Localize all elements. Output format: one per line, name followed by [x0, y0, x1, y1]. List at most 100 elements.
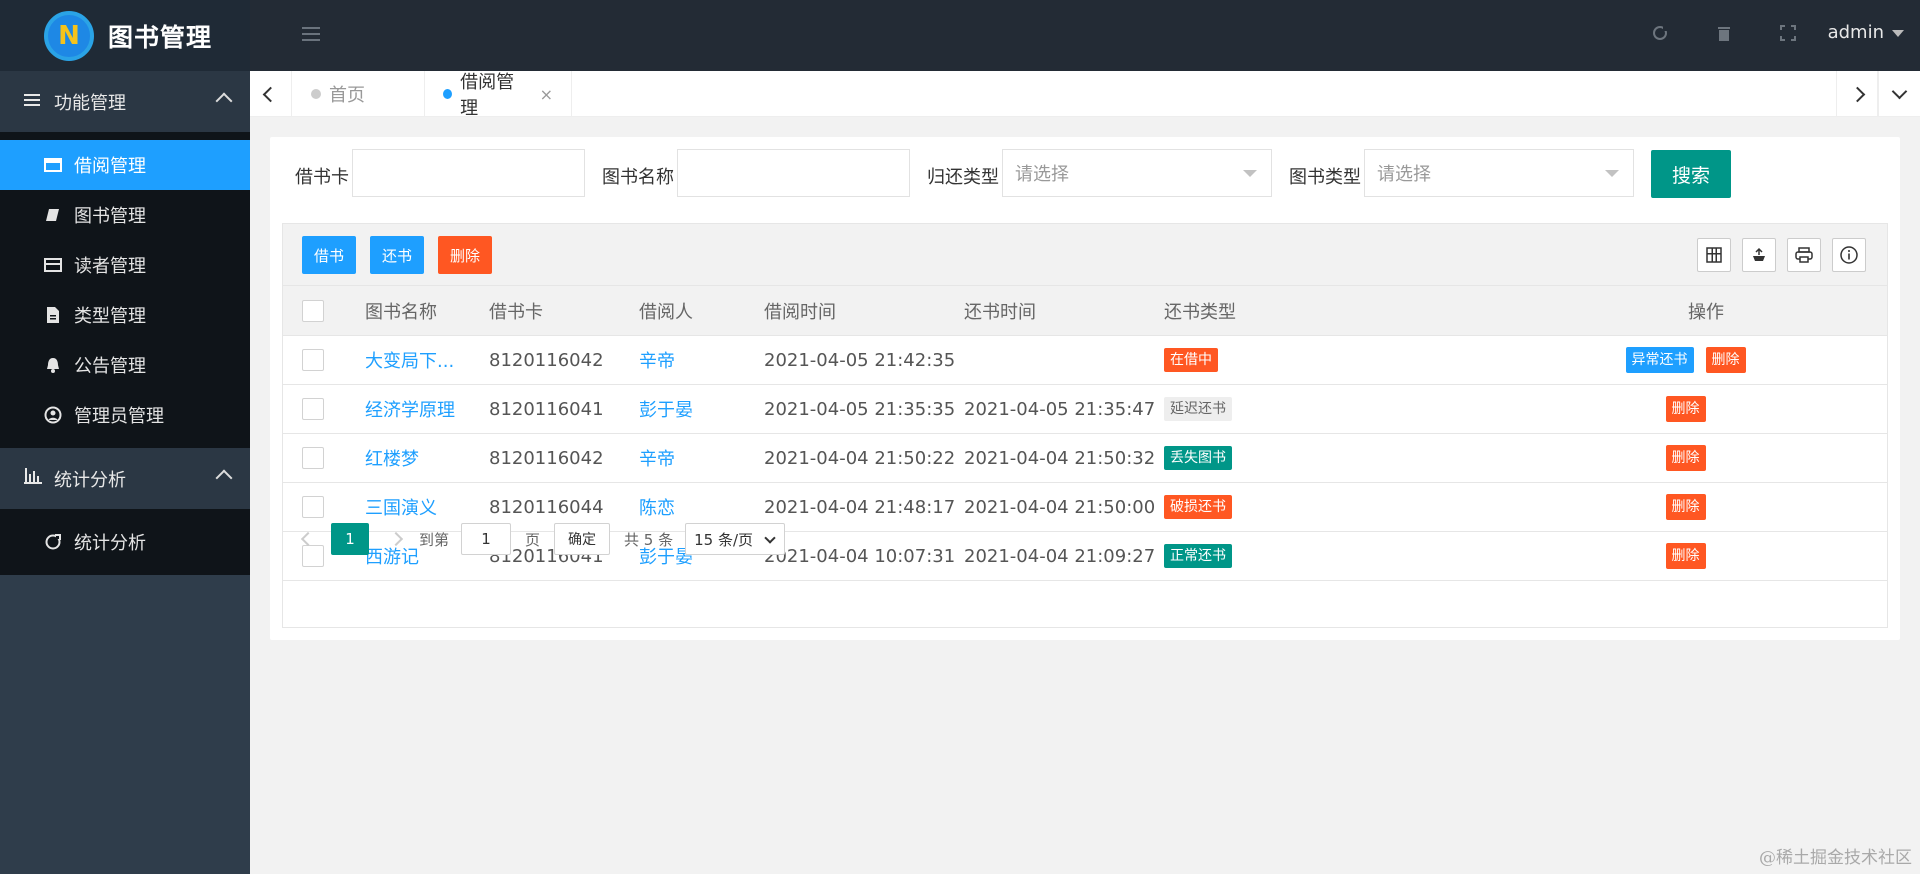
return-type-cell: 在借中 — [1164, 336, 1218, 384]
tab-label: 借阅管理 — [460, 72, 515, 119]
next-page-icon[interactable] — [388, 531, 404, 547]
tab-borrow-management[interactable]: 借阅管理 × — [425, 71, 572, 119]
return-type-cell: 丢失图书 — [1164, 434, 1232, 482]
table-row: 红楼梦 8120116042 辛帝 2021-04-04 21:50:22 2021-0… — [283, 434, 1887, 483]
row-checkbox[interactable] — [302, 385, 324, 433]
row-delete-button[interactable]: 删除 — [1665, 445, 1706, 471]
sidebar-item-label: 类型管理 — [74, 306, 146, 327]
sidebar-item-books[interactable]: 图书管理 — [0, 190, 250, 240]
tabs-more[interactable] — [1878, 71, 1920, 117]
page-unit: 页 — [525, 530, 541, 549]
select-all-checkbox[interactable] — [302, 286, 324, 335]
sidebar-item-admins[interactable]: 管理员管理 — [0, 390, 250, 440]
book-name-link[interactable]: 红楼梦 — [365, 434, 475, 482]
goto-confirm-button[interactable]: 确定 — [554, 523, 611, 555]
column-header: 还书时间 — [964, 301, 1036, 323]
reader-link[interactable]: 彭于晏 — [639, 385, 693, 433]
actions-cell: 删除 — [1483, 385, 1888, 433]
column-header: 借书卡 — [489, 301, 543, 323]
sidebar: N 图书管理 功能管理 借阅管理 图书管理 读者管理 类型管理 公告管理 管理员… — [0, 0, 250, 874]
column-header: 操作 — [1688, 301, 1724, 323]
status-badge: 在借中 — [1164, 348, 1218, 372]
menu-fold-icon[interactable] — [302, 27, 320, 43]
bell-icon — [44, 356, 62, 374]
sidebar-item-notices[interactable]: 公告管理 — [0, 340, 250, 390]
menu-group-label: 统计分析 — [54, 469, 126, 491]
sidebar-item-label: 统计分析 — [74, 533, 146, 554]
page-size-select[interactable]: 15 条/页 — [685, 523, 786, 555]
book-type-label: 图书类型 — [1289, 167, 1361, 188]
row-checkbox[interactable] — [302, 434, 324, 482]
fullscreen-icon[interactable] — [1778, 24, 1798, 44]
reader-link[interactable]: 辛帝 — [639, 434, 675, 482]
pagination: 1 到第 1 页 确定 共 5 条 15 条/页 — [283, 514, 1887, 564]
logo-icon: N — [44, 10, 94, 61]
sidebar-item-borrow[interactable]: 借阅管理 — [0, 140, 250, 190]
tab-dot-icon — [311, 89, 321, 99]
export-icon[interactable] — [1742, 238, 1776, 272]
print-icon[interactable] — [1787, 238, 1821, 272]
column-header: 图书名称 — [365, 301, 437, 323]
row-delete-button[interactable]: 删除 — [1665, 396, 1706, 422]
chevron-up-icon — [215, 92, 233, 110]
reader-link[interactable]: 辛帝 — [639, 336, 675, 384]
bar-chart-icon — [24, 468, 46, 489]
card-input[interactable] — [352, 149, 585, 197]
menu-group-function[interactable]: 功能管理 — [0, 71, 250, 132]
watermark: @稀土掘金技术社区 — [1759, 848, 1912, 868]
prev-page-icon[interactable] — [300, 531, 316, 547]
goto-page-input[interactable]: 1 — [461, 523, 512, 555]
book-type-select[interactable]: 请选择 — [1364, 149, 1634, 197]
row-checkbox[interactable] — [302, 336, 324, 384]
sidebar-item-types[interactable]: 类型管理 — [0, 290, 250, 340]
column-header: 还书类型 — [1164, 301, 1236, 323]
card-label: 借书卡 — [295, 167, 349, 188]
book-name-link[interactable]: 大变局下... — [365, 336, 475, 384]
select-placeholder: 请选择 — [1377, 164, 1431, 185]
chevron-down-icon — [1891, 83, 1908, 99]
return-type-label: 归还类型 — [927, 167, 999, 188]
sidebar-item-readers[interactable]: 读者管理 — [0, 240, 250, 290]
return-button[interactable]: 还书 — [370, 236, 424, 274]
borrow-time: 2021-04-05 21:42:35 — [764, 349, 956, 371]
row-delete-button[interactable]: 删除 — [1705, 347, 1746, 373]
close-icon[interactable]: × — [540, 85, 553, 104]
tab-label: 首页 — [329, 85, 365, 106]
chevron-up-icon — [215, 469, 233, 487]
refresh-icon — [44, 533, 62, 551]
search-button[interactable]: 搜索 — [1651, 150, 1731, 198]
delete-button[interactable]: 删除 — [438, 236, 492, 274]
borrow-button[interactable]: 借书 — [302, 236, 356, 274]
submenu-function: 借阅管理 图书管理 读者管理 类型管理 公告管理 管理员管理 — [0, 132, 250, 448]
refresh-icon[interactable] — [1650, 24, 1670, 44]
page-size-value: 15 条/页 — [694, 530, 754, 549]
book-name-input[interactable] — [677, 149, 910, 197]
menu-group-label: 功能管理 — [54, 92, 126, 114]
tab-home[interactable]: 首页 — [293, 71, 425, 117]
submenu-stats: 统计分析 — [0, 509, 250, 575]
window-icon — [44, 156, 62, 174]
user-menu[interactable]: admin — [1828, 22, 1904, 43]
page-current[interactable]: 1 — [331, 523, 369, 555]
menu-group-stats[interactable]: 统计分析 — [0, 448, 250, 509]
user-circle-icon — [44, 406, 62, 424]
return-time: 2021-04-04 21:50:32 — [964, 447, 1156, 469]
columns-icon[interactable] — [1697, 238, 1731, 272]
goto-label: 到第 — [419, 530, 450, 549]
trash-icon[interactable] — [1714, 24, 1734, 44]
book-name-link[interactable]: 经济学原理 — [365, 385, 475, 433]
sidebar-item-label: 借阅管理 — [74, 156, 146, 177]
return-type-select[interactable]: 请选择 — [1002, 149, 1272, 197]
data-table: 借书 还书 删除 图书名称 借书卡 借阅人 借阅时间 还书时间 还书类型 操作 … — [282, 223, 1888, 628]
sidebar-item-stats[interactable]: 统计分析 — [0, 517, 250, 567]
sidebar-item-label: 图书管理 — [74, 206, 146, 227]
row-abnormal-return-button[interactable]: 异常还书 — [1625, 347, 1694, 373]
info-icon[interactable] — [1832, 238, 1866, 272]
tabs-scroll-right[interactable] — [1836, 71, 1878, 117]
actions-cell: 删除 — [1483, 434, 1888, 482]
tabs-scroll-left[interactable] — [250, 71, 292, 117]
logo[interactable]: N 图书管理 — [0, 0, 250, 71]
card-number: 8120116042 — [489, 447, 604, 469]
main-card: 借书卡 图书名称 归还类型 请选择 图书类型 请选择 搜索 借书 还书 删除 图… — [270, 137, 1900, 640]
borrow-time: 2021-04-05 21:35:35 — [764, 398, 956, 420]
